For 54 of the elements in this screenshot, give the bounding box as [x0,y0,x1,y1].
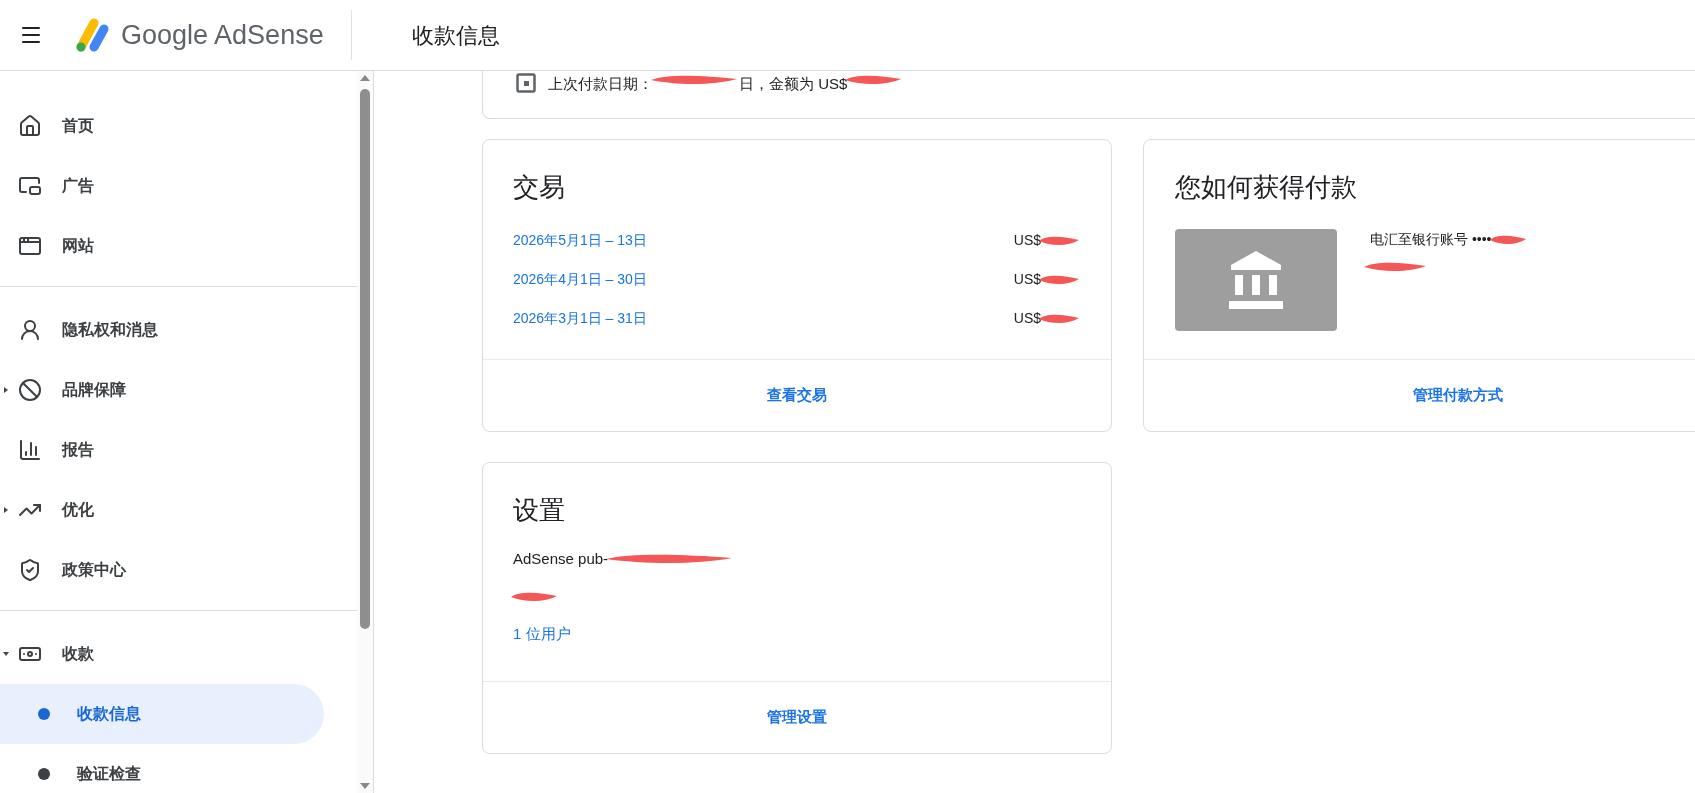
bullet-icon [38,768,50,780]
ad-frame-icon [18,174,42,198]
nav-item[interactable]: 收款 [0,624,357,684]
nav-label: 收款 [62,644,94,664]
transaction-period-link[interactable]: 2026年3月1日 – 31日 [513,308,647,329]
nav-item[interactable]: 优化 [0,480,357,540]
transaction-period-link[interactable]: 2026年5月1日 – 13日 [513,230,647,251]
nav-label: 广告 [62,176,94,196]
card-title: 交易 [512,171,566,204]
transaction-amount: US$ [1013,231,1041,250]
nav-label: 网站 [62,236,94,256]
nav-label: 首页 [62,116,94,136]
publisher-id: AdSense pub- [513,549,609,569]
card-title: 您如何获得付款 [1174,171,1358,204]
nav-label: 报告 [62,440,94,460]
nav-item[interactable]: 品牌保障 [0,360,357,420]
nav-item[interactable]: 隐私权和消息 [0,300,357,360]
last-payment-label: 上次付款日期： [548,74,653,94]
bullet-icon [38,708,50,720]
bank-icon [1229,251,1283,309]
browser-window-icon [18,234,42,258]
users-link[interactable]: 1 位用户 [513,622,571,645]
nav-subitem[interactable]: 收款信息 [0,684,324,744]
card-action-link[interactable]: 管理付款方式 [1413,384,1503,407]
nav-label: 优化 [62,500,94,520]
shield-icon [18,558,42,582]
nav-item[interactable]: 政策中心 [0,540,357,600]
nav-subitem[interactable]: 验证检查 [0,744,324,793]
card-action-link[interactable]: 查看交易 [767,384,827,407]
scrollbar[interactable] [357,71,373,793]
nav-item[interactable]: 广告 [0,156,357,216]
transaction-amount: US$ [1013,309,1041,328]
transaction-amount: US$ [1013,270,1041,289]
caret-icon [3,651,9,657]
calendar-icon [516,73,536,93]
caret-icon [3,507,9,513]
transaction-period-link[interactable]: 2026年4月1日 – 30日 [513,269,647,290]
nav-item[interactable]: 网站 [0,216,357,276]
caret-icon [3,387,9,393]
brand-name: Google AdSense [121,18,324,52]
payment-method-text: 电汇至银行账号 •••• [1370,230,1492,249]
nav-item[interactable]: 首页 [0,96,357,156]
block-icon [18,378,42,402]
bar-chart-icon [18,438,42,462]
nav-label: 隐私权和消息 [62,320,158,340]
last-payment-amount-label: 日，金额为 US$ [739,74,848,94]
page-title: 收款信息 [411,21,500,50]
card-action-link[interactable]: 管理设置 [767,706,827,729]
home-icon [18,114,42,138]
nav-label: 政策中心 [62,560,126,580]
nav-item[interactable]: 报告 [0,420,357,480]
person-icon [18,318,42,342]
card-title: 设置 [512,494,566,527]
nav-label: 品牌保障 [62,380,126,400]
